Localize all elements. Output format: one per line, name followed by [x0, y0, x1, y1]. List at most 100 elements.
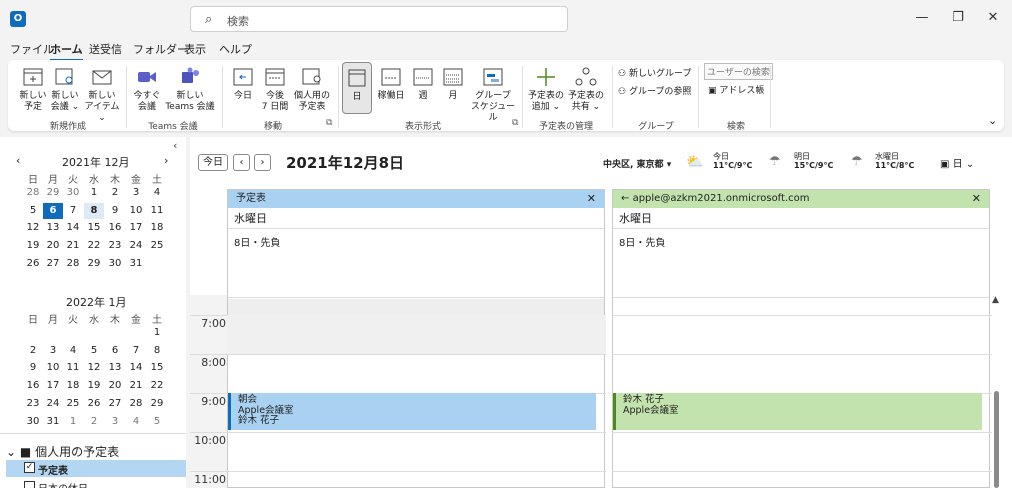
- mini-calendar-day[interactable]: 17: [126, 220, 146, 236]
- personal-calendar-button[interactable]: 個人用の 予定表: [292, 66, 332, 113]
- mini-calendar-day[interactable]: 7: [126, 343, 146, 359]
- expand-goto-icon[interactable]: ⧉: [326, 118, 332, 128]
- vertical-scrollbar-thumb[interactable]: [994, 391, 999, 488]
- mini-calendar-day[interactable]: 14: [126, 360, 146, 376]
- mini-calendar-day[interactable]: 17: [43, 378, 63, 394]
- off-hours-slot[interactable]: [227, 315, 606, 354]
- collapse-pane-icon[interactable]: ‹: [173, 139, 177, 152]
- mini-calendar-day[interactable]: 11: [147, 203, 167, 219]
- address-book-button[interactable]: ▣ アドレス帳: [708, 83, 764, 96]
- mini-calendar-day[interactable]: 16: [105, 220, 125, 236]
- menu-folder[interactable]: フォルダー: [133, 41, 188, 57]
- mini-calendar-day[interactable]: 8: [147, 343, 167, 359]
- mini-calendar-day[interactable]: 2: [84, 414, 104, 430]
- mini-calendar-day[interactable]: 24: [43, 396, 63, 412]
- mini-calendar-day[interactable]: 29: [147, 396, 167, 412]
- prev-day-button[interactable]: ‹: [233, 154, 250, 171]
- mini-calendar-day[interactable]: 19: [84, 378, 104, 394]
- mini-calendar-day[interactable]: 21: [126, 378, 146, 394]
- menu-file[interactable]: ファイル: [10, 41, 54, 57]
- mini-calendar-day[interactable]: 6: [43, 202, 63, 219]
- maximize-button[interactable]: ❐: [946, 8, 970, 28]
- weather-location[interactable]: 中央区, 東京都 ▾: [603, 157, 671, 170]
- menu-view[interactable]: 表示: [184, 41, 206, 57]
- mini-calendar-day[interactable]: 29: [43, 185, 63, 201]
- mini-calendar-day[interactable]: 20: [43, 238, 63, 254]
- mini-calendar-day[interactable]: 25: [63, 396, 83, 412]
- mini-calendar-day[interactable]: 18: [147, 220, 167, 236]
- mini-calendar-day[interactable]: 5: [23, 203, 43, 219]
- close-button[interactable]: ✕: [981, 8, 1005, 28]
- mini-calendar-day[interactable]: 4: [63, 343, 83, 359]
- mini-calendar-day[interactable]: 26: [84, 396, 104, 412]
- mini-calendar-day[interactable]: 31: [126, 256, 146, 272]
- mini-calendar-day[interactable]: 5: [84, 343, 104, 359]
- mini-calendar-day[interactable]: 2: [23, 343, 43, 359]
- mini-calendar-day[interactable]: 4: [147, 185, 167, 201]
- mini-calendar-day[interactable]: 23: [105, 238, 125, 254]
- mini-calendar-day[interactable]: 26: [23, 256, 43, 272]
- mini-calendar-day[interactable]: 30: [23, 414, 43, 430]
- mini-calendar-day[interactable]: 12: [84, 360, 104, 376]
- mini-calendar-day[interactable]: 1: [63, 414, 83, 430]
- new-item-button[interactable]: 新しい アイテム ⌄: [82, 66, 122, 124]
- calendar-group-header[interactable]: ⌄ ■ 個人用の予定表: [6, 443, 119, 460]
- search-people-input[interactable]: ユーザーの検索: [704, 63, 773, 80]
- mini-calendar-day[interactable]: 30: [105, 256, 125, 272]
- minimize-button[interactable]: —: [910, 8, 934, 28]
- new-appointment-button[interactable]: 新しい 予定: [16, 66, 50, 113]
- event-morning-meeting[interactable]: 朝会 Apple会議室 鈴木 花子: [228, 393, 596, 430]
- meet-now-button[interactable]: 今すぐ 会議: [130, 66, 164, 113]
- mini-calendar-day[interactable]: 13: [43, 220, 63, 236]
- prev-month-icon[interactable]: ‹: [16, 154, 20, 167]
- mini-calendar-day[interactable]: 29: [84, 256, 104, 272]
- new-meeting-button[interactable]: 新しい 会議 ⌄: [48, 66, 82, 113]
- menu-home[interactable]: ホーム: [50, 41, 83, 61]
- mini-calendar-day[interactable]: 6: [105, 343, 125, 359]
- mini-calendar-day[interactable]: 15: [147, 360, 167, 376]
- mini-calendar-day[interactable]: 23: [23, 396, 43, 412]
- mini-calendar-day[interactable]: 4: [126, 414, 146, 430]
- mini-calendar-day[interactable]: 27: [43, 256, 63, 272]
- mini-calendar-day[interactable]: 28: [63, 256, 83, 272]
- mini-calendar-day[interactable]: 5: [147, 414, 167, 430]
- mini-calendar-day[interactable]: 1: [84, 185, 104, 201]
- checkbox-icon[interactable]: [24, 481, 35, 488]
- mini-calendar-day[interactable]: 28: [23, 185, 43, 201]
- browse-groups-button[interactable]: ⚇ グループの参照: [618, 84, 691, 97]
- mini-calendar-day[interactable]: 3: [126, 185, 146, 201]
- next-7-days-button[interactable]: 今後 7 日間: [258, 66, 292, 113]
- mini-calendar-day[interactable]: 15: [84, 220, 104, 236]
- mini-calendar-day[interactable]: 10: [126, 203, 146, 219]
- arrow-left-icon[interactable]: ←: [621, 193, 629, 204]
- view-mode-dropdown[interactable]: ▣ 日 ⌄: [940, 155, 974, 170]
- mini-calendar-day[interactable]: 27: [105, 396, 125, 412]
- new-group-button[interactable]: ⚇ 新しいグループ: [618, 66, 691, 79]
- ribbon-collapse-icon[interactable]: ⌄: [988, 114, 997, 127]
- scroll-up-icon[interactable]: ▲: [992, 295, 999, 305]
- mini-calendar-day[interactable]: 1: [147, 325, 167, 341]
- mini-calendar-day[interactable]: 30: [63, 185, 83, 201]
- next-day-button[interactable]: ›: [254, 154, 271, 171]
- mini-calendar-day[interactable]: 21: [63, 238, 83, 254]
- day-view-button[interactable]: 日: [342, 62, 372, 114]
- calendar-item-holidays[interactable]: 日本の休日: [6, 479, 186, 488]
- next-month-icon[interactable]: ›: [164, 154, 168, 167]
- mini-calendar-day[interactable]: 31: [43, 414, 63, 430]
- week-view-button[interactable]: 週: [408, 66, 438, 102]
- mini-calendar-day[interactable]: 28: [126, 396, 146, 412]
- mini-calendar-day[interactable]: 20: [105, 378, 125, 394]
- mini-calendar-day[interactable]: 19: [23, 238, 43, 254]
- checkbox-checked-icon[interactable]: ✓: [24, 462, 35, 473]
- mini-calendar-day[interactable]: 3: [105, 414, 125, 430]
- menu-send-receive[interactable]: 送受信: [89, 41, 122, 57]
- mini-calendar-day[interactable]: 9: [105, 203, 125, 219]
- today-button[interactable]: 今日: [228, 66, 258, 102]
- mini-calendar-day[interactable]: 11: [63, 360, 83, 376]
- new-teams-meeting-button[interactable]: 新しい Teams 会議: [164, 66, 216, 113]
- mini-calendar-day[interactable]: 7: [63, 203, 83, 219]
- mini-calendar-day[interactable]: 18: [63, 378, 83, 394]
- work-week-view-button[interactable]: 稼働日: [374, 66, 408, 102]
- mini-calendar-day[interactable]: 12: [23, 220, 43, 236]
- schedule-view-button[interactable]: グループ スケジュール: [470, 66, 516, 124]
